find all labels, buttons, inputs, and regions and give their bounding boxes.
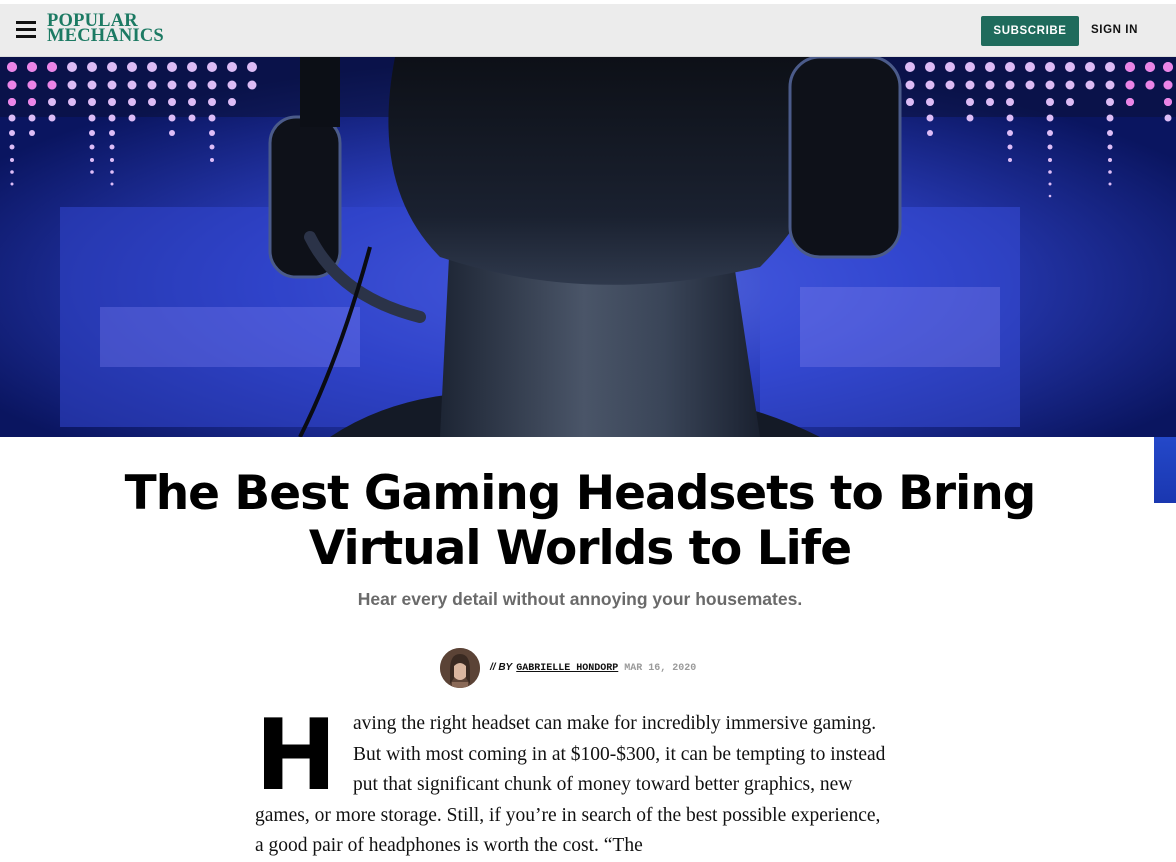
article-title: The Best Gaming Headsets to Bring Virtua… [124, 466, 1037, 576]
byline-text: // BY GABRIELLE HONDORP MAR 16, 2020 [490, 662, 696, 674]
hamburger-menu-icon[interactable] [16, 21, 36, 39]
article-body: Having the right headset can make for in… [255, 699, 890, 862]
drop-cap: H [255, 699, 338, 813]
article-dek: Hear every detail without annoying your … [357, 589, 803, 609]
author-link[interactable]: GABRIELLE HONDORP [516, 663, 618, 674]
site-header: POPULAR MECHANICS SUBSCRIBE SIGN IN [0, 4, 1176, 57]
hero-side-strip [1154, 437, 1176, 503]
body-paragraph: aving the right headset can make for inc… [255, 713, 886, 856]
subscribe-button[interactable]: SUBSCRIBE [981, 16, 1079, 46]
logo-line-2: MECHANICS [47, 26, 164, 46]
publish-date: MAR 16, 2020 [624, 663, 697, 674]
byline: // BY GABRIELLE HONDORP MAR 16, 2020 [440, 648, 696, 688]
byline-prefix: // BY [490, 662, 513, 673]
hero-illustration [0, 57, 1176, 437]
author-avatar[interactable] [440, 648, 480, 688]
site-logo[interactable]: POPULAR MECHANICS [47, 12, 164, 46]
hero-image [0, 57, 1176, 437]
sign-in-link[interactable]: SIGN IN [1091, 24, 1138, 36]
